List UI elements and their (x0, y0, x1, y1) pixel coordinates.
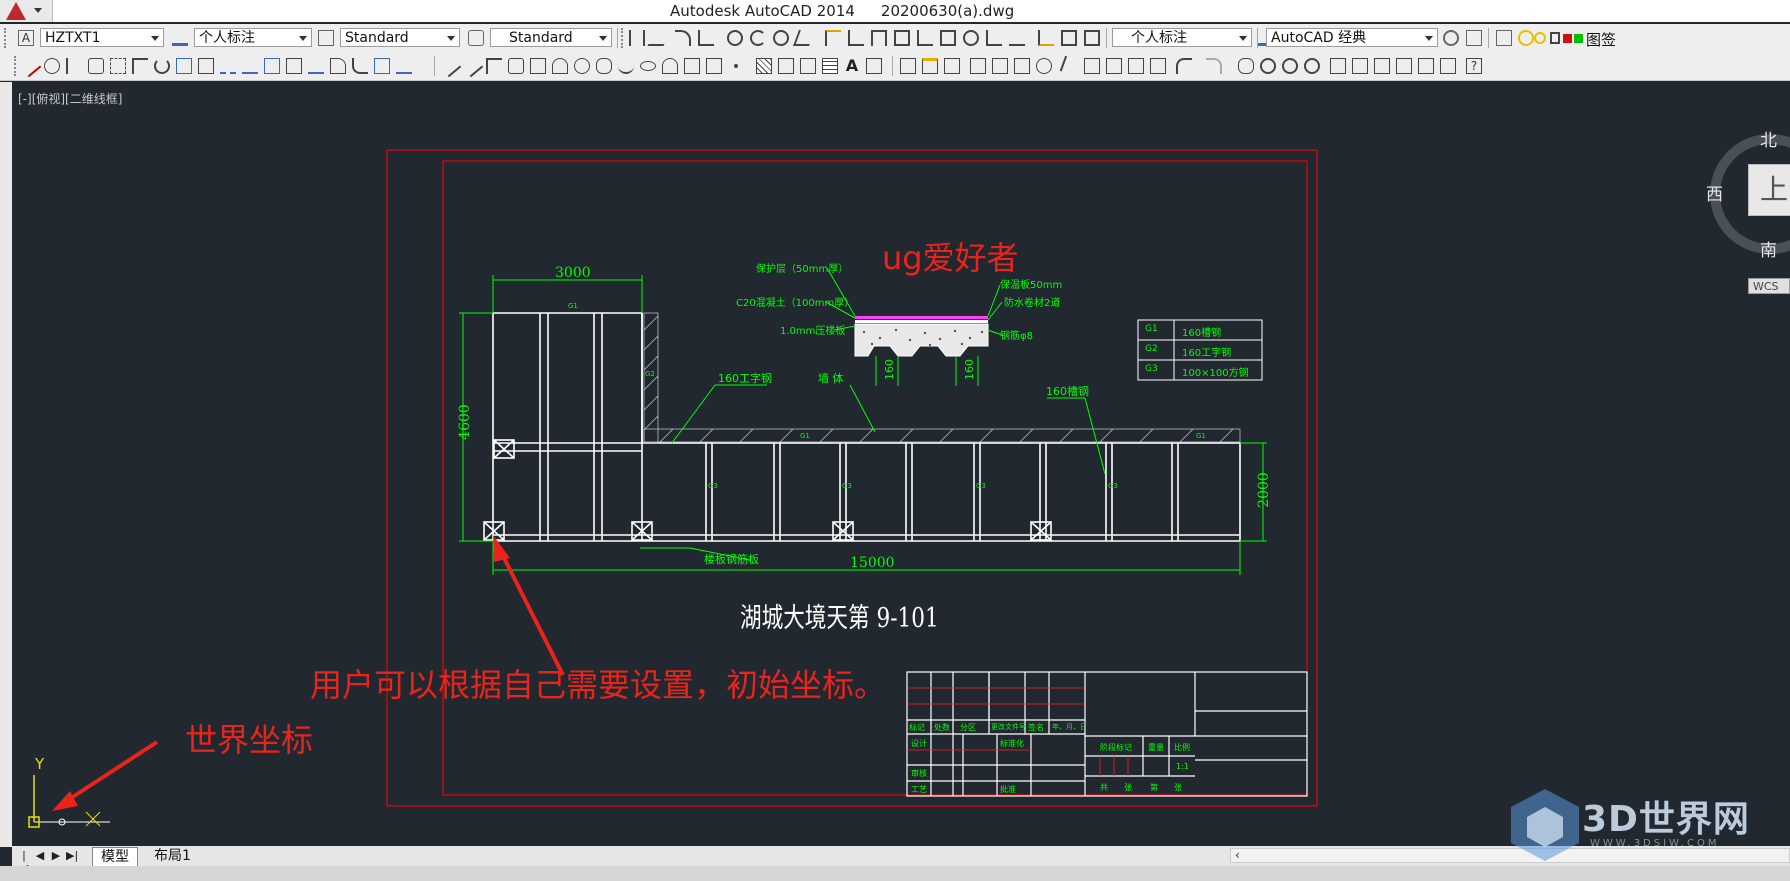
dim-right-text: 2000 (1255, 472, 1272, 508)
tb-count: 处数 (934, 723, 950, 732)
tag-g1-roof-2: G1 (1196, 432, 1206, 440)
wcs-menu[interactable]: WCS (1748, 278, 1790, 294)
tb-sign: 签名 (1028, 723, 1044, 732)
first-tab-icon[interactable]: |◀ (18, 849, 30, 875)
label-i-beam: 160工字钢 (718, 372, 772, 385)
brand-annotation: ug爱好者 (882, 239, 1019, 277)
section-label-waterproof: 防水卷材2道 (1004, 298, 1061, 309)
section-label-rebar: 钢筋φ8 (1000, 331, 1033, 342)
dim-top-text: 3000 (555, 265, 591, 281)
tag-g3-col-3: G3 (976, 482, 986, 490)
tag-g3-col-1: G3 (708, 482, 718, 490)
tab-model[interactable]: 模型 (92, 847, 138, 866)
legend-sym-3: G3 (1145, 364, 1158, 374)
drawing-title: 湖城大境天第 9-101 (740, 603, 939, 634)
tb-mark: 标记 (909, 723, 925, 732)
compass-west[interactable]: 西 (1706, 180, 1723, 205)
viewcube-face-top[interactable]: 上 (1748, 164, 1790, 216)
section-dim-2: 160 (963, 359, 976, 380)
tab-layout1[interactable]: 布局1 (146, 847, 199, 865)
3dsjw-logo-icon (1511, 789, 1579, 861)
tb-scale-value: 1:1 (1176, 762, 1189, 771)
tb-weight: 重量 (1148, 743, 1164, 752)
tb-scale: 比例 (1174, 743, 1190, 752)
ucs-y-label: Y (35, 755, 45, 773)
legend-sym-1: G1 (1145, 324, 1158, 334)
status-bar (0, 866, 1790, 881)
tag-g1-roof: G1 (800, 432, 810, 440)
dim-bottom-text: 15000 (850, 555, 895, 571)
tb-process: 工艺 (911, 785, 927, 794)
watermark-subtext: WWW.3DSJW.COM (1590, 838, 1720, 849)
origin-note: 用户可以根据自己需要设置，初始坐标。 (310, 666, 887, 704)
title-block-frame (906, 671, 1308, 797)
scroll-left-icon[interactable]: ‹ (1235, 848, 1240, 862)
last-tab-icon[interactable]: ▶| (66, 849, 78, 862)
legend-desc-2: 160工字钢 (1182, 348, 1232, 359)
dim-left-text: 4600 (456, 404, 473, 440)
viewcube[interactable]: 上 北 西 南 (1706, 130, 1790, 261)
tb-zone: 分区 (960, 723, 976, 732)
tag-g3-col-2: G3 (842, 482, 852, 490)
section-dim-1: 160 (883, 359, 896, 380)
section-label-protect: 保护层（50mm厚） (756, 264, 849, 275)
compass-north[interactable]: 北 (1760, 126, 1777, 151)
tb-review: 审核 (911, 769, 927, 778)
tag-g1-top: G1 (568, 302, 578, 310)
tag-g3-col-4: G3 (1108, 482, 1118, 490)
label-wall: 墙 体 (818, 372, 844, 385)
legend-desc-1: 160槽钢 (1182, 328, 1222, 339)
label-floor: 楼板钢筋板 (704, 553, 759, 566)
tb-approve: 批准 (1000, 785, 1016, 794)
tb-sheet-1: 张 (1124, 783, 1132, 792)
section-label-concrete: C20混凝土（100mm厚） (736, 298, 855, 309)
next-tab-icon[interactable]: ▶ (50, 849, 62, 862)
tb-sheet-2: 张 (1174, 783, 1182, 792)
legend-sym-2: G2 (1145, 344, 1158, 354)
tb-stage: 阶段标记 (1100, 743, 1132, 752)
tb-date: 年、月、日 (1052, 723, 1087, 731)
tb-change-doc: 更改文件号 (991, 723, 1026, 731)
watermark-text: 3D世界网 (1582, 799, 1750, 840)
world-coords-label: 世界坐标 (185, 721, 314, 759)
tag-g2-wall: G2 (645, 370, 655, 378)
compass-south[interactable]: 南 (1760, 236, 1777, 261)
label-channel: 160槽钢 (1046, 385, 1089, 398)
tb-design: 设计 (911, 739, 927, 748)
legend-desc-3: 100×100方钢 (1182, 368, 1249, 379)
tb-standard: 标准化 (1000, 739, 1024, 748)
prev-tab-icon[interactable]: ◀ (34, 849, 46, 862)
section-label-deck: 1.0mm压楼板 (780, 326, 846, 337)
tb-no: 第 (1150, 783, 1158, 792)
tb-total: 共 (1100, 783, 1108, 792)
